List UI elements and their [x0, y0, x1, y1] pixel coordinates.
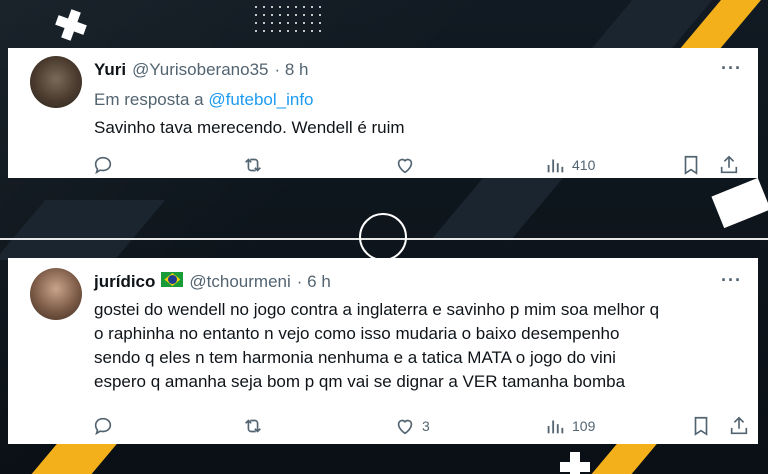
center-circle — [359, 213, 407, 261]
retweet-icon — [245, 419, 261, 433]
reply-button[interactable] — [92, 154, 114, 176]
author-name[interactable]: Yuri — [94, 60, 126, 80]
more-icon[interactable]: ··· — [721, 270, 742, 291]
avatar[interactable] — [30, 56, 82, 108]
share-button[interactable] — [718, 154, 740, 176]
decorative-plus — [560, 452, 590, 474]
author-handle[interactable]: @Yurisoberano35 — [132, 60, 268, 80]
bookmark-button[interactable] — [680, 154, 702, 176]
views-button[interactable]: 109 — [544, 415, 595, 437]
more-icon[interactable]: ··· — [721, 58, 742, 79]
author-handle[interactable]: @tchourmeni — [189, 272, 290, 292]
like-button[interactable]: 3 — [394, 415, 430, 437]
decorative-dots — [255, 6, 327, 38]
timestamp[interactable]: · 8 h — [274, 60, 308, 80]
views-icon — [547, 159, 564, 173]
author-name[interactable]: jurídico — [94, 272, 155, 292]
reply-prefix: Em resposta a — [94, 90, 204, 109]
bookmark-button[interactable] — [690, 415, 712, 437]
reply-button[interactable] — [92, 415, 114, 437]
reply-icon — [94, 417, 112, 436]
like-button[interactable] — [394, 154, 422, 176]
views-button[interactable]: 410 — [544, 154, 595, 176]
tweet-text-line: gostei do wendell no jogo contra a ingla… — [94, 300, 660, 319]
reply-icon — [94, 156, 112, 175]
heart-icon — [397, 158, 413, 174]
bookmark-icon — [684, 155, 698, 175]
share-icon — [730, 416, 748, 435]
tweet-text-line: sendo q eles n tem harmonia nenhuma e a … — [94, 348, 616, 367]
timestamp[interactable]: · 6 h — [297, 272, 331, 292]
retweet-button[interactable] — [242, 154, 264, 176]
like-count: 3 — [422, 418, 430, 434]
tweet-actions: 3 109 — [88, 415, 748, 439]
tweet-actions: 410 — [88, 154, 744, 178]
tweet-card: Yuri @Yurisoberano35 · 8 h ··· Em respos… — [8, 48, 758, 178]
retweet-button[interactable] — [242, 415, 264, 437]
bookmark-icon — [694, 416, 708, 436]
tweet-header: jurídico @tchourmeni · 6 h — [94, 272, 331, 292]
tweet-text: Savinho tava merecendo. Wendell é ruim — [94, 116, 405, 140]
share-icon — [720, 155, 738, 174]
brazil-flag-icon — [161, 272, 184, 287]
share-button[interactable] — [728, 415, 750, 437]
avatar[interactable] — [30, 268, 82, 320]
tweet-card: jurídico @tchourmeni · 6 h ··· gostei do… — [8, 258, 758, 444]
heart-icon — [397, 419, 413, 435]
tweet-text-line: o raphinha no entanto n vejo como isso m… — [94, 324, 620, 343]
tweet-text-line: Savinho tava merecendo. Wendell é ruim — [94, 118, 405, 137]
views-count: 109 — [572, 418, 596, 434]
views-icon — [547, 420, 564, 434]
reply-context: Em resposta a @futebol_info — [94, 90, 314, 110]
views-count: 410 — [572, 157, 596, 173]
reply-handle-link[interactable]: @futebol_info — [208, 90, 313, 109]
tweet-text: gostei do wendell no jogo contra a ingla… — [94, 298, 744, 394]
tweet-header: Yuri @Yurisoberano35 · 8 h — [94, 60, 309, 80]
retweet-icon — [245, 158, 261, 172]
tweet-text-line: espero q amanha seja bom p qm vai se dig… — [94, 372, 626, 391]
